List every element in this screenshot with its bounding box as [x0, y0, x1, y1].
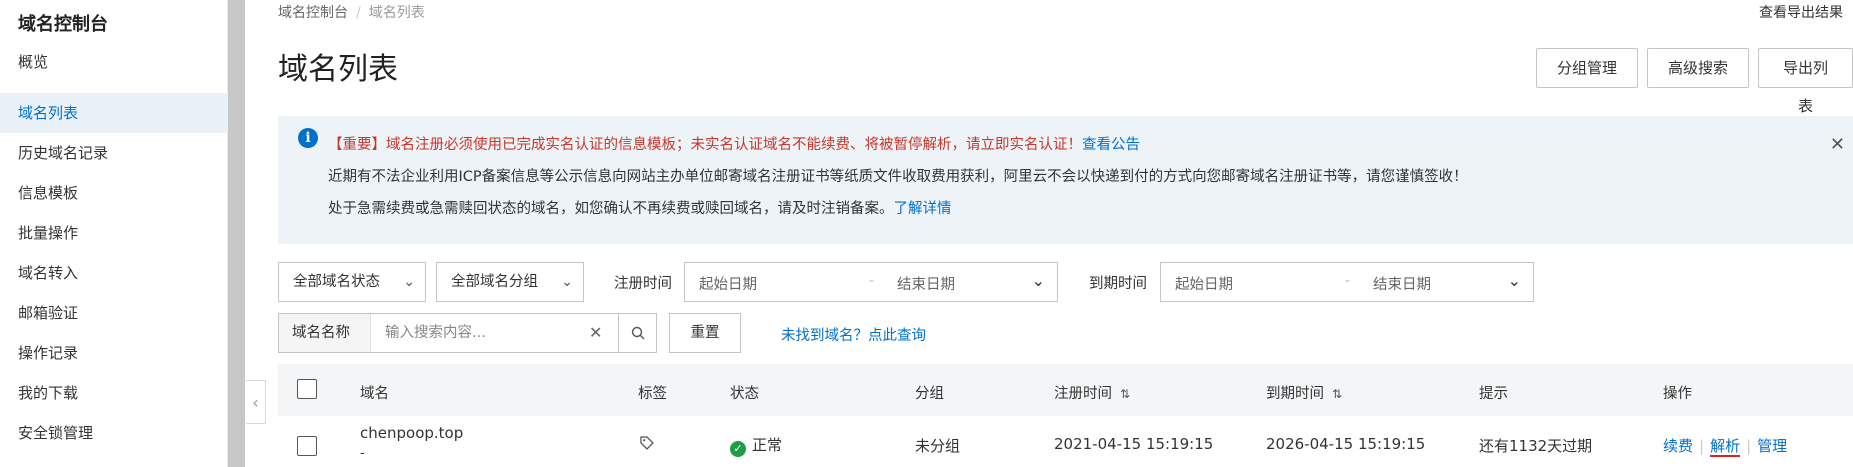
- notice-line-redeem: 处于急需续费或急需赎回状态的域名，如您确认不再续费或赎回域名，请及时注销备案。了…: [328, 197, 952, 218]
- notice-line-warning: 近期有不法企业利用ICP备案信息等公示信息向网站主办单位邮寄域名注册证书等纸质文…: [328, 169, 1468, 185]
- notice-line-important: 【重要】域名注册必须使用已完成实名认证的信息模板；未实名认证域名不能续费、将被暂…: [328, 133, 1140, 154]
- status-cell: ✓ 正常: [730, 434, 782, 457]
- sidebar-item-info-template[interactable]: 信息模板: [0, 173, 228, 213]
- domain-status-select[interactable]: 全部域名状态 ⌄: [278, 262, 426, 302]
- column-group: 分组: [915, 386, 944, 402]
- manage-link[interactable]: 管理: [1757, 437, 1787, 455]
- breadcrumb: 域名控制台 / 域名列表: [278, 2, 425, 22]
- search-field-label: 域名名称: [279, 314, 371, 352]
- column-expire-time[interactable]: 到期时间 ⇅: [1266, 382, 1342, 403]
- notice-important-text: 【重要】域名注册必须使用已完成实名认证的信息模板；未实名认证域名不能续费、将被暂…: [328, 137, 1082, 153]
- learn-more-link[interactable]: 了解详情: [894, 201, 952, 217]
- sidebar-item-history[interactable]: 历史域名记录: [0, 133, 228, 173]
- sort-icon[interactable]: ⇅: [1332, 387, 1342, 401]
- column-tags: 标签: [638, 386, 667, 402]
- domain-name-link[interactable]: chenpoop.top: [360, 424, 463, 442]
- group-manage-button[interactable]: 分组管理: [1536, 48, 1639, 88]
- tag-icon: [640, 436, 654, 450]
- domain-sub-text: -: [360, 446, 365, 461]
- column-domain: 域名: [360, 386, 389, 402]
- domain-group-select-value: 全部域名分组: [451, 274, 538, 290]
- chevron-down-icon: ⌄: [561, 274, 573, 290]
- sidebar-item-transfer-in[interactable]: 域名转入: [0, 253, 228, 293]
- page-title: 域名列表: [278, 52, 398, 87]
- view-announcement-link[interactable]: 查看公告: [1082, 137, 1140, 153]
- register-date-range[interactable]: 起始日期 - 结束日期 ⌄: [684, 262, 1058, 302]
- register-start-date[interactable]: 起始日期: [699, 273, 757, 294]
- column-expire-time-label: 到期时间: [1266, 386, 1324, 402]
- separator: |: [1699, 437, 1705, 455]
- register-end-date[interactable]: 结束日期: [897, 273, 955, 294]
- actions-cell: 续费 | 解析 | 管理: [1663, 435, 1787, 457]
- search-input[interactable]: [371, 314, 606, 352]
- chevron-down-icon: ⌄: [1507, 271, 1521, 290]
- breadcrumb-current: 域名列表: [368, 5, 425, 21]
- sidebar: 域名控制台 概览 域名列表 历史域名记录 信息模板 批量操作 域名转入 邮箱验证…: [0, 0, 228, 467]
- domain-status-select-value: 全部域名状态: [293, 274, 380, 290]
- check-circle-icon: ✓: [730, 441, 746, 457]
- export-result-link[interactable]: 查看导出结果: [1759, 2, 1843, 22]
- sidebar-item-operation-log[interactable]: 操作记录: [0, 333, 228, 373]
- notice-redeem-text: 处于急需续费或急需赎回状态的域名，如您确认不再续费或赎回域名，请及时注销备案。: [328, 201, 894, 217]
- resolve-link[interactable]: 解析: [1710, 437, 1741, 457]
- sidebar-item-domain-list[interactable]: 域名列表: [0, 93, 228, 133]
- advanced-search-button[interactable]: 高级搜索: [1647, 48, 1750, 88]
- chevron-down-icon: ⌄: [403, 274, 415, 290]
- breadcrumb-root[interactable]: 域名控制台: [278, 5, 348, 21]
- expire-start-date[interactable]: 起始日期: [1175, 273, 1233, 294]
- chevron-left-icon: ‹: [252, 392, 259, 412]
- search-button[interactable]: [618, 314, 656, 352]
- register-time-cell: 2021-04-15 15:19:15: [1054, 435, 1214, 453]
- group-cell: 未分组: [915, 437, 961, 455]
- main-content: 域名控制台 / 域名列表 查看导出结果 域名列表 分组管理 高级搜索 导出列表 i …: [278, 0, 1853, 467]
- separator: |: [1746, 437, 1752, 455]
- sort-icon[interactable]: ⇅: [1120, 387, 1130, 401]
- hint-cell: 还有1132天过期: [1479, 437, 1593, 455]
- sidebar-item-email-verify[interactable]: 邮箱验证: [0, 293, 228, 333]
- domain-search-box: 域名名称 ✕: [278, 313, 657, 353]
- column-actions: 操作: [1663, 386, 1692, 402]
- expire-time-cell: 2026-04-15 15:19:15: [1266, 435, 1426, 453]
- clear-icon[interactable]: ✕: [589, 323, 602, 342]
- row-checkbox[interactable]: [297, 436, 317, 456]
- sidebar-item-downloads[interactable]: 我的下载: [0, 373, 228, 413]
- edit-tag-button[interactable]: [639, 435, 655, 455]
- sidebar-title: 域名控制台: [18, 14, 108, 35]
- collapse-sidebar-button[interactable]: ‹: [246, 380, 266, 424]
- renew-link[interactable]: 续费: [1663, 437, 1693, 455]
- status-text: 正常: [752, 436, 783, 454]
- domain-group-select[interactable]: 全部域名分组 ⌄: [436, 262, 584, 302]
- date-range-separator: -: [1345, 273, 1351, 289]
- expire-time-label: 到期时间: [1089, 276, 1147, 292]
- expire-date-range[interactable]: 起始日期 - 结束日期 ⌄: [1160, 262, 1534, 302]
- export-list-button[interactable]: 导出列表: [1758, 48, 1853, 115]
- column-status: 状态: [730, 386, 759, 402]
- reset-button[interactable]: 重置: [669, 313, 741, 353]
- date-range-separator: -: [869, 273, 875, 289]
- sidebar-scrollbar[interactable]: [228, 0, 245, 467]
- column-register-time-label: 注册时间: [1054, 386, 1112, 402]
- select-all-checkbox[interactable]: [297, 379, 317, 399]
- chevron-down-icon: ⌄: [1031, 271, 1045, 290]
- search-icon: [631, 326, 644, 340]
- column-register-time[interactable]: 注册时间 ⇅: [1054, 382, 1130, 403]
- sidebar-item-overview[interactable]: 概览: [0, 42, 228, 82]
- info-icon: i: [298, 128, 318, 148]
- close-icon[interactable]: ✕: [1830, 134, 1845, 155]
- table-row: chenpoop.top - ✓ 正常 未分组 2021-04-15 15:19:…: [278, 416, 1853, 467]
- sidebar-item-security-lock[interactable]: 安全锁管理: [0, 413, 228, 453]
- expire-end-date[interactable]: 结束日期: [1373, 273, 1431, 294]
- breadcrumb-separator: /: [356, 5, 361, 21]
- table-header: 域名 标签 状态 分组 注册时间 ⇅ 到期时间 ⇅ 提示 操作: [278, 364, 1853, 416]
- notice-banner: i 【重要】域名注册必须使用已完成实名认证的信息模板；未实名认证域名不能续费、将…: [278, 116, 1853, 244]
- domain-not-found-link[interactable]: 未找到域名？点此查询: [781, 324, 926, 345]
- column-hint: 提示: [1479, 386, 1508, 402]
- register-time-label: 注册时间: [614, 276, 672, 292]
- sidebar-item-batch-ops[interactable]: 批量操作: [0, 213, 228, 253]
